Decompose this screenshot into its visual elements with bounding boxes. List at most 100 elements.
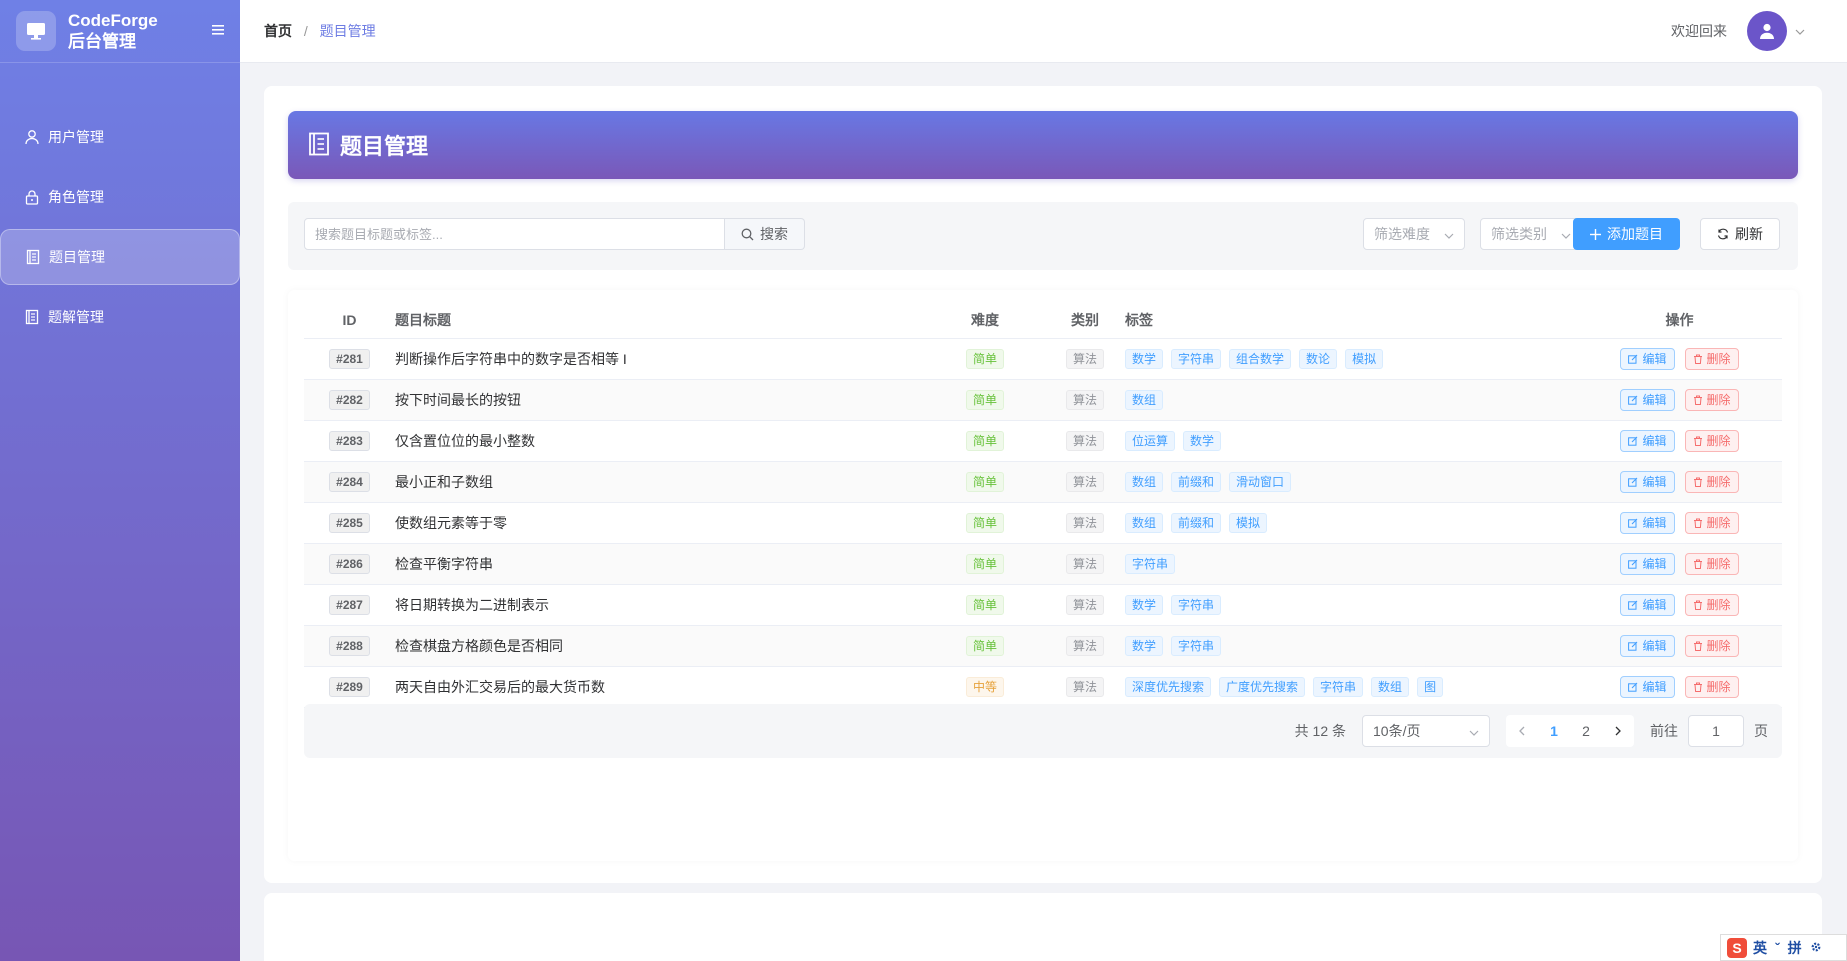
cell-operations: 编辑 删除 [1577, 502, 1782, 544]
category-select[interactable]: 筛选类别 [1480, 218, 1582, 250]
difficulty-badge: 中等 [965, 676, 1004, 697]
sidebar-item-roles[interactable]: 角色管理 [0, 169, 240, 225]
edit-button[interactable]: 编辑 [1620, 552, 1675, 575]
refresh-button[interactable]: 刷新 [1700, 218, 1780, 250]
category-badge: 算法 [1065, 471, 1104, 492]
problem-tag: 前缀和 [1171, 471, 1222, 492]
document-icon [24, 309, 40, 325]
delete-button[interactable]: 删除 [1684, 470, 1739, 493]
delete-button[interactable]: 删除 [1684, 634, 1739, 657]
cell-tags: 字符串 [1125, 543, 1577, 585]
edit-button[interactable]: 编辑 [1620, 347, 1675, 370]
page-button-1[interactable]: 1 [1538, 715, 1570, 747]
edit-label: 编辑 [1642, 475, 1667, 489]
cell-id: #281 [304, 338, 395, 380]
problem-tag: 字符串 [1171, 348, 1222, 369]
edit-button[interactable]: 编辑 [1620, 675, 1675, 698]
welcome-text: 欢迎回来 [1671, 23, 1727, 39]
ime-lang[interactable]: 英 [1753, 938, 1767, 958]
document-icon [308, 132, 330, 159]
prev-page-button[interactable] [1506, 715, 1538, 747]
delete-button[interactable]: 删除 [1684, 593, 1739, 616]
cell-id: #285 [304, 502, 395, 544]
table-row: #282 按下时间最长的按钮 简单 算法 数组 编辑 删除 [304, 379, 1782, 421]
column-header-category: 类别 [1045, 302, 1125, 339]
cell-category: 算法 [1045, 420, 1125, 462]
breadcrumb-home[interactable]: 首页 [264, 23, 292, 39]
cell-id: #283 [304, 420, 395, 462]
problem-id: #282 [329, 389, 370, 410]
cell-category: 算法 [1045, 338, 1125, 380]
category-select-placeholder: 筛选类别 [1491, 226, 1547, 242]
ime-mode[interactable]: 拼 [1788, 938, 1802, 958]
delete-button[interactable]: 删除 [1684, 552, 1739, 575]
difficulty-badge: 简单 [965, 430, 1004, 451]
edit-button[interactable]: 编辑 [1620, 429, 1675, 452]
edit-icon [1628, 600, 1638, 610]
avatar[interactable] [1747, 11, 1787, 51]
ime-punct[interactable]: ˇ [1775, 940, 1780, 956]
edit-icon [1628, 477, 1638, 487]
search-input[interactable] [304, 218, 725, 250]
ime-toolbar[interactable]: S 英 ˇ 拼 [1720, 934, 1847, 961]
cell-id: #289 [304, 666, 395, 708]
chevron-down-icon[interactable] [1795, 24, 1805, 38]
cell-operations: 编辑 删除 [1577, 379, 1782, 421]
user-area: 欢迎回来 [1671, 11, 1805, 51]
table-row: #284 最小正和子数组 简单 算法 数组 前缀和 滑动窗口 编辑 删除 [304, 461, 1782, 503]
search-button[interactable]: 搜索 [725, 218, 805, 250]
problem-title: 判断操作后字符串中的数字是否相等 I [395, 350, 627, 367]
breadcrumb-separator: / [303, 23, 308, 39]
cell-title: 判断操作后字符串中的数字是否相等 I [395, 338, 925, 380]
document-icon [25, 249, 41, 265]
edit-button[interactable]: 编辑 [1620, 634, 1675, 657]
problem-table: ID 题目标题 难度 类别 标签 操作 #281 判断操作后字符串中的数字是否相等… [304, 302, 1782, 749]
cell-category: 算法 [1045, 666, 1125, 708]
chevron-down-icon [1561, 226, 1571, 242]
problem-title: 仅含置位位的最小整数 [395, 432, 535, 449]
goto-page: 前往 页 [1650, 715, 1768, 747]
column-header-title: 题目标题 [395, 302, 925, 339]
sidebar-item-users[interactable]: 用户管理 [0, 109, 240, 165]
cell-title: 检查平衡字符串 [395, 543, 925, 585]
cell-tags: 数学 字符串 [1125, 584, 1577, 626]
content-card: 题目管理 搜索 筛选难度 筛选类别 添加题目 刷新 ID [264, 86, 1822, 883]
delete-button[interactable]: 删除 [1684, 429, 1739, 452]
cell-category: 算法 [1045, 379, 1125, 421]
difficulty-badge: 简单 [965, 512, 1004, 533]
difficulty-badge: 简单 [965, 635, 1004, 656]
category-badge: 算法 [1065, 348, 1104, 369]
edit-button[interactable]: 编辑 [1620, 593, 1675, 616]
difficulty-select[interactable]: 筛选难度 [1363, 218, 1465, 250]
category-badge: 算法 [1065, 676, 1104, 697]
edit-button[interactable]: 编辑 [1620, 388, 1675, 411]
cell-category: 算法 [1045, 584, 1125, 626]
column-header-difficulty: 难度 [925, 302, 1045, 339]
add-problem-button[interactable]: 添加题目 [1573, 218, 1680, 250]
cell-difficulty: 简单 [925, 502, 1045, 544]
table-row: #285 使数组元素等于零 简单 算法 数组 前缀和 模拟 编辑 删除 [304, 502, 1782, 544]
page-size-select[interactable]: 10条/页 [1362, 715, 1490, 747]
delete-button[interactable]: 删除 [1684, 511, 1739, 534]
sidebar-item-solutions[interactable]: 题解管理 [0, 289, 240, 345]
pagination: 共 12 条 10条/页 1 2 前往 页 [304, 704, 1782, 758]
delete-button[interactable]: 删除 [1684, 675, 1739, 698]
next-page-button[interactable] [1602, 715, 1634, 747]
cell-category: 算法 [1045, 625, 1125, 667]
delete-button[interactable]: 删除 [1684, 388, 1739, 411]
cell-difficulty: 简单 [925, 543, 1045, 585]
edit-button[interactable]: 编辑 [1620, 511, 1675, 534]
delete-label: 删除 [1706, 516, 1731, 530]
page-button-2[interactable]: 2 [1570, 715, 1602, 747]
goto-page-input[interactable] [1688, 715, 1744, 747]
gear-icon[interactable] [1810, 940, 1822, 956]
menu-toggle-icon[interactable] [212, 22, 224, 40]
problem-tag: 数学 [1183, 430, 1222, 451]
delete-button[interactable]: 删除 [1684, 347, 1739, 370]
pagination-nav: 1 2 [1506, 715, 1634, 747]
problem-tag: 图 [1417, 676, 1444, 697]
problem-title: 两天自由外汇交易后的最大货币数 [395, 678, 605, 695]
sidebar-item-problems[interactable]: 题目管理 [0, 229, 240, 285]
cell-tags: 数学 字符串 [1125, 625, 1577, 667]
edit-button[interactable]: 编辑 [1620, 470, 1675, 493]
